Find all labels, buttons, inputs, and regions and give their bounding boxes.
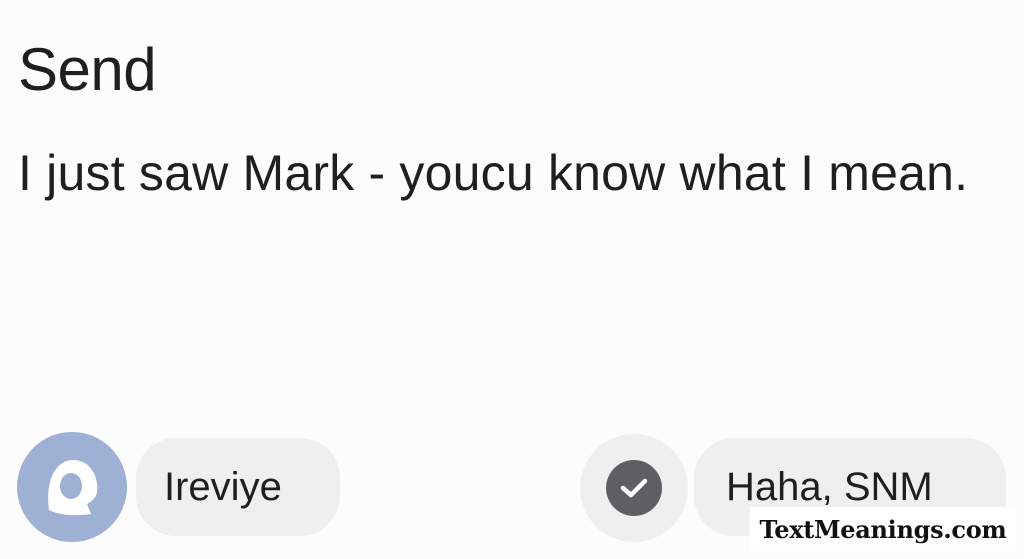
check-circle-icon: [606, 460, 662, 516]
avatar[interactable]: [17, 432, 127, 542]
suggested-reply-left[interactable]: Ireviye: [136, 438, 340, 536]
watermark: TextMeanings.com: [750, 507, 1016, 551]
suggested-reply-right-label: Haha, SNM: [726, 464, 933, 509]
message-text: I just saw Mark - youcu know what I mean…: [18, 145, 969, 201]
suggested-reply-left-label: Ireviye: [164, 464, 282, 509]
person-silhouette-icon: [48, 460, 98, 516]
page-title: Send: [18, 36, 157, 103]
status-button[interactable]: [580, 434, 688, 542]
